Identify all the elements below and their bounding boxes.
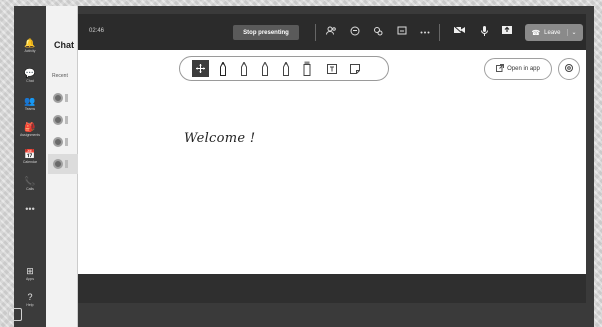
move-tool-icon[interactable] — [192, 60, 209, 77]
sticky-note-icon[interactable] — [346, 60, 363, 77]
calendar-icon: 📅 — [24, 148, 36, 159]
rail-label: Apps — [26, 276, 34, 281]
chevron-down-icon[interactable]: ⌄ — [566, 29, 577, 36]
chat-list-item[interactable] — [48, 88, 78, 108]
help-icon: ? — [27, 291, 33, 302]
more-apps-button[interactable]: ••• — [14, 204, 46, 214]
open-in-app-label: Open in app — [507, 66, 540, 72]
chat-panel: Chat Recent — [46, 6, 78, 327]
chat-panel-title: Chat — [54, 40, 74, 50]
avatar — [53, 159, 63, 169]
stop-presenting-button[interactable]: Stop presenting — [233, 25, 299, 40]
device-icon[interactable] — [8, 308, 22, 321]
black-pen-icon[interactable] — [214, 60, 231, 77]
rail-item-calendar[interactable]: 📅 Calendar — [14, 145, 46, 167]
green-pen-icon[interactable] — [256, 60, 273, 77]
avatar — [53, 137, 63, 147]
highlighter-icon[interactable] — [298, 60, 315, 77]
rail-item-help[interactable]: ? Help — [14, 288, 46, 310]
app-rail: 🔔 Activity 💬 Chat 👥 Teams 🎒 Assignments … — [8, 6, 46, 327]
share-tray-icon[interactable] — [395, 26, 409, 37]
leave-label: Leave — [544, 29, 561, 36]
apps-icon: ⊞ — [26, 265, 34, 276]
whiteboard-canvas[interactable]: Open in app Welcome ! — [78, 50, 586, 274]
calls-icon: 📞 — [24, 175, 36, 186]
phone-hangup-icon: ☎ — [531, 29, 541, 37]
rail-item-chat[interactable]: 💬 Chat — [14, 64, 46, 86]
camera-icon[interactable] — [452, 25, 466, 36]
blue-pen-icon[interactable] — [277, 60, 294, 77]
mic-icon[interactable] — [477, 26, 491, 38]
rail-item-calls[interactable]: 📞 Calls — [14, 172, 46, 194]
chat-list-item[interactable] — [48, 110, 78, 130]
meeting-timer: 02:46 — [89, 28, 105, 34]
open-in-app-button[interactable]: Open in app — [484, 58, 552, 80]
rail-label: Teams — [24, 106, 36, 111]
settings-button[interactable] — [558, 58, 580, 80]
recent-label[interactable]: Recent — [52, 73, 68, 79]
assignments-icon: 🎒 — [24, 121, 36, 132]
rail-label: Activity — [24, 48, 36, 53]
reactions-icon[interactable] — [371, 26, 385, 38]
open-external-icon — [496, 64, 505, 74]
rail-label: Calendar — [22, 159, 38, 164]
chat-list-item[interactable] — [48, 154, 78, 174]
meeting-toolbar: 02:46 Stop presenting ☎ Leave ⌄ — [78, 14, 586, 50]
whiteboard-text[interactable]: Welcome ! — [184, 131, 255, 146]
text-tool-icon[interactable] — [323, 60, 340, 77]
share-icon[interactable] — [500, 26, 514, 37]
more-icon[interactable] — [418, 26, 432, 36]
gear-icon — [564, 63, 574, 75]
bell-icon: 🔔 — [24, 37, 36, 48]
rail-label: Help — [26, 302, 34, 307]
rail-label: Assignments — [19, 132, 41, 137]
rail-label: Chat — [26, 78, 34, 83]
red-pen-icon[interactable] — [235, 60, 252, 77]
chat-list-item[interactable] — [48, 132, 78, 152]
chat-bubble-icon[interactable] — [348, 26, 362, 38]
meeting-window: 02:46 Stop presenting ☎ Leave ⌄ Open in … — [78, 14, 586, 303]
rail-item-apps[interactable]: ⊞ Apps — [14, 262, 46, 284]
rail-item-activity[interactable]: 🔔 Activity — [14, 34, 46, 56]
whiteboard-toolbar — [179, 56, 389, 81]
rail-item-teams[interactable]: 👥 Teams — [14, 92, 46, 114]
chat-icon: 💬 — [24, 67, 36, 78]
rail-item-assignments[interactable]: 🎒 Assignments — [14, 118, 46, 140]
avatar — [53, 115, 63, 125]
people-icon[interactable] — [324, 26, 338, 37]
teams-icon: 👥 — [24, 95, 36, 106]
rail-label: Calls — [26, 186, 34, 191]
stage-bottom-strip — [78, 274, 586, 303]
avatar — [53, 93, 63, 103]
leave-button[interactable]: ☎ Leave ⌄ — [525, 24, 583, 41]
